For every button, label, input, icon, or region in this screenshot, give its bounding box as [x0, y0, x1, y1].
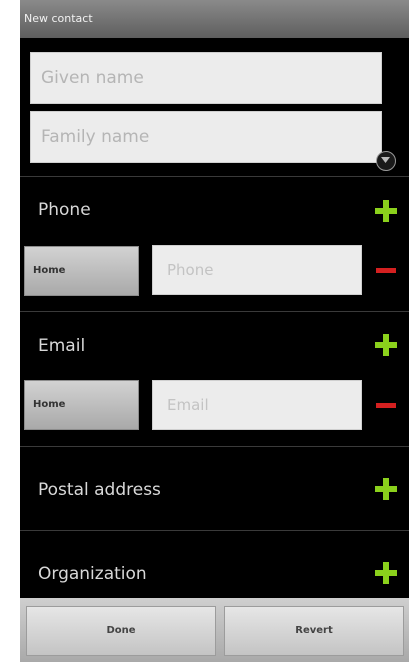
postal-address-section-label: Postal address [38, 480, 161, 500]
window-title: New contact [24, 12, 93, 25]
given-name-field[interactable]: Given name [30, 52, 382, 104]
family-name-field[interactable]: Family name [30, 111, 382, 163]
email-placeholder: Email [167, 396, 209, 414]
divider [20, 446, 409, 447]
phone-section-label: Phone [38, 200, 91, 220]
family-name-placeholder: Family name [41, 127, 150, 147]
organization-section-label: Organization [38, 564, 147, 584]
expand-name-fields-button[interactable] [376, 151, 396, 171]
action-bar: Done Revert [20, 598, 409, 662]
add-phone-plus-icon[interactable] [375, 200, 397, 222]
add-postal-address-plus-icon[interactable] [375, 478, 397, 500]
revert-button[interactable]: Revert [224, 606, 404, 656]
revert-label: Revert [295, 625, 333, 636]
phone-type-button[interactable]: Home [24, 246, 139, 296]
phone-input[interactable]: Phone [152, 245, 362, 295]
chevron-down-icon [381, 157, 390, 163]
done-button[interactable]: Done [26, 606, 216, 656]
add-organization-plus-icon[interactable] [375, 562, 397, 584]
email-type-label: Home [33, 399, 66, 410]
divider [20, 176, 409, 177]
title-bar: New contact [20, 0, 409, 38]
remove-email-minus-icon[interactable] [376, 403, 396, 408]
divider [20, 530, 409, 531]
given-name-placeholder: Given name [41, 68, 144, 88]
email-type-button[interactable]: Home [24, 380, 139, 430]
phone-type-label: Home [33, 265, 66, 276]
done-label: Done [106, 625, 136, 636]
add-email-plus-icon[interactable] [375, 334, 397, 356]
email-input[interactable]: Email [152, 380, 362, 430]
phone-placeholder: Phone [167, 261, 214, 279]
remove-phone-minus-icon[interactable] [376, 268, 396, 273]
email-section-label: Email [38, 336, 86, 356]
divider [20, 311, 409, 312]
contact-editor-screen: New contact Given name Family name Phone… [20, 0, 409, 662]
